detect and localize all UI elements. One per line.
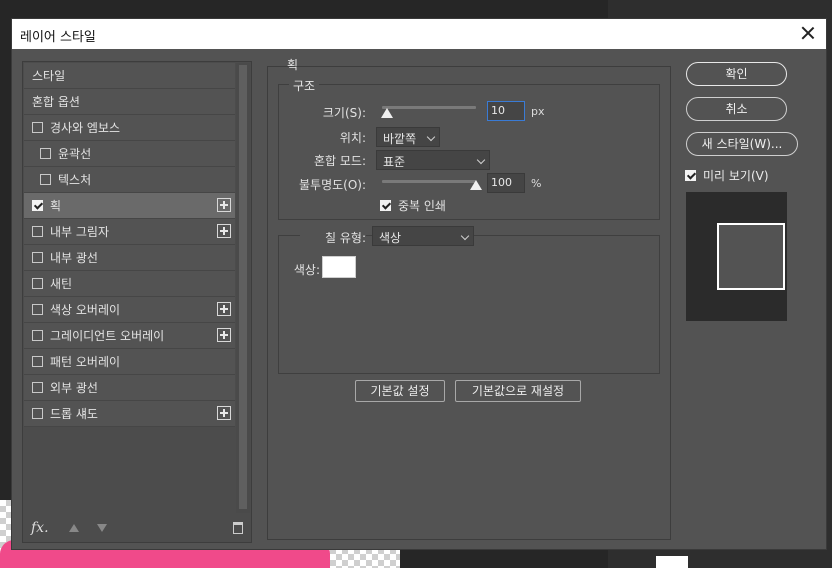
preview-checkbox-row[interactable]: 미리 보기(V) <box>685 167 769 184</box>
reset-default-button[interactable]: 기본값으로 재설정 <box>455 380 581 402</box>
blend-mode-label: 혼합 모드: <box>313 154 366 168</box>
style-checkbox[interactable] <box>40 174 51 185</box>
trash-icon[interactable] <box>233 522 243 534</box>
style-item-label: 그레이디언트 오버레이 <box>50 329 165 343</box>
opacity-input[interactable]: 100 <box>487 173 525 193</box>
style-item-label: 획 <box>50 199 62 213</box>
blend-mode-select[interactable]: 표준 <box>376 150 490 170</box>
fill-type-value: 색상 <box>379 231 402 245</box>
opacity-slider-thumb[interactable] <box>470 180 482 190</box>
structure-group-label: 구조 <box>289 77 320 94</box>
style-checkbox[interactable] <box>32 252 43 263</box>
style-item[interactable]: 혼합 옵션 <box>24 89 235 115</box>
move-up-icon[interactable] <box>69 524 79 532</box>
style-checkbox[interactable] <box>32 330 43 341</box>
style-item[interactable]: 경사와 엠보스 <box>24 115 235 141</box>
styles-list: 스타일혼합 옵션경사와 엠보스윤곽선텍스처획내부 그림자내부 광선새틴색상 오버… <box>24 63 235 427</box>
overprint-checkbox-row[interactable]: 중복 인쇄 <box>380 197 446 214</box>
opacity-unit: % <box>531 177 542 190</box>
position-select[interactable]: 바깥쪽 <box>376 127 440 147</box>
position-value: 바깥쪽 <box>383 132 417 146</box>
chevron-down-icon <box>460 231 470 241</box>
style-item-label: 패턴 오버레이 <box>50 355 121 369</box>
size-label: 크기(S): <box>322 106 366 120</box>
new-style-button[interactable]: 새 스타일(W)... <box>686 132 798 156</box>
styles-list-panel: 스타일혼합 옵션경사와 엠보스윤곽선텍스처획내부 그림자내부 광선새틴색상 오버… <box>22 61 252 543</box>
fill-type-label: 칠 유형: <box>300 229 366 246</box>
size-slider-thumb[interactable] <box>380 108 393 118</box>
size-slider-track[interactable] <box>382 106 476 109</box>
style-item-label: 새틴 <box>50 277 73 291</box>
add-style-icon[interactable] <box>217 302 231 316</box>
blend-mode-value: 표준 <box>383 155 406 169</box>
style-checkbox[interactable] <box>32 356 43 367</box>
opacity-label: 불투명도(O): <box>298 178 366 192</box>
fx-icon[interactable]: fx. <box>31 520 49 536</box>
preview-label: 미리 보기(V) <box>703 169 769 183</box>
styles-list-scrollbar[interactable] <box>236 63 250 513</box>
cancel-button[interactable]: 취소 <box>686 97 787 121</box>
chevron-down-icon <box>476 155 486 165</box>
style-item-label: 혼합 옵션 <box>32 95 80 109</box>
style-item-label: 윤곽선 <box>58 147 92 161</box>
add-style-icon[interactable] <box>217 224 231 238</box>
style-item[interactable]: 새틴 <box>24 271 235 297</box>
style-item[interactable]: 내부 광선 <box>24 245 235 271</box>
preview-checkbox[interactable] <box>685 170 696 181</box>
layer-thumbnail <box>656 556 688 568</box>
style-checkbox[interactable] <box>32 200 43 211</box>
style-checkbox[interactable] <box>40 148 51 159</box>
style-item[interactable]: 내부 그림자 <box>24 219 235 245</box>
make-default-button[interactable]: 기본값 설정 <box>355 380 445 402</box>
style-checkbox[interactable] <box>32 226 43 237</box>
style-item[interactable]: 그레이디언트 오버레이 <box>24 323 235 349</box>
position-label: 위치: <box>339 131 366 145</box>
size-input[interactable]: 10 <box>487 101 525 121</box>
style-item-label: 색상 오버레이 <box>50 303 121 317</box>
style-item-label: 경사와 엠보스 <box>50 121 121 135</box>
style-checkbox[interactable] <box>32 408 43 419</box>
style-item-label: 내부 광선 <box>50 251 98 265</box>
color-label: 색상: <box>293 263 320 277</box>
style-item[interactable]: 스타일 <box>24 63 235 89</box>
add-style-icon[interactable] <box>217 406 231 420</box>
chevron-down-icon <box>426 132 436 142</box>
section-title: 획 <box>287 58 299 72</box>
style-item[interactable]: 텍스처 <box>24 167 235 193</box>
style-checkbox[interactable] <box>32 304 43 315</box>
style-item[interactable]: 색상 오버레이 <box>24 297 235 323</box>
size-unit: px <box>531 105 545 118</box>
style-item[interactable]: 외부 광선 <box>24 375 235 401</box>
style-item-label: 드롭 섀도 <box>50 407 98 421</box>
style-item[interactable]: 패턴 오버레이 <box>24 349 235 375</box>
style-checkbox[interactable] <box>32 382 43 393</box>
style-item[interactable]: 윤곽선 <box>24 141 235 167</box>
move-down-icon[interactable] <box>97 524 107 532</box>
style-item-label: 텍스처 <box>58 173 92 187</box>
add-style-icon[interactable] <box>217 198 231 212</box>
style-checkbox[interactable] <box>32 122 43 133</box>
overprint-checkbox[interactable] <box>380 200 391 211</box>
add-style-icon[interactable] <box>217 328 231 342</box>
fill-type-select[interactable]: 색상 <box>372 226 474 246</box>
overprint-label: 중복 인쇄 <box>398 199 446 213</box>
dialog-titlebar: 레이어 스타일 <box>12 19 826 49</box>
preview-swatch <box>717 223 785 290</box>
dialog-title: 레이어 스타일 <box>20 30 96 45</box>
style-item-label: 외부 광선 <box>50 381 98 395</box>
style-preview <box>686 192 787 321</box>
color-swatch[interactable] <box>322 256 356 278</box>
ok-button[interactable]: 확인 <box>686 62 787 86</box>
style-checkbox[interactable] <box>32 278 43 289</box>
style-item-label: 내부 그림자 <box>50 225 110 239</box>
opacity-slider-track[interactable] <box>382 180 476 183</box>
style-item[interactable]: 드롭 섀도 <box>24 401 235 427</box>
style-item-label: 스타일 <box>32 69 66 83</box>
styles-list-footer: fx. <box>23 516 251 542</box>
scrollbar-thumb[interactable] <box>239 65 247 509</box>
close-icon[interactable] <box>798 23 818 43</box>
style-item[interactable]: 획 <box>24 193 235 219</box>
